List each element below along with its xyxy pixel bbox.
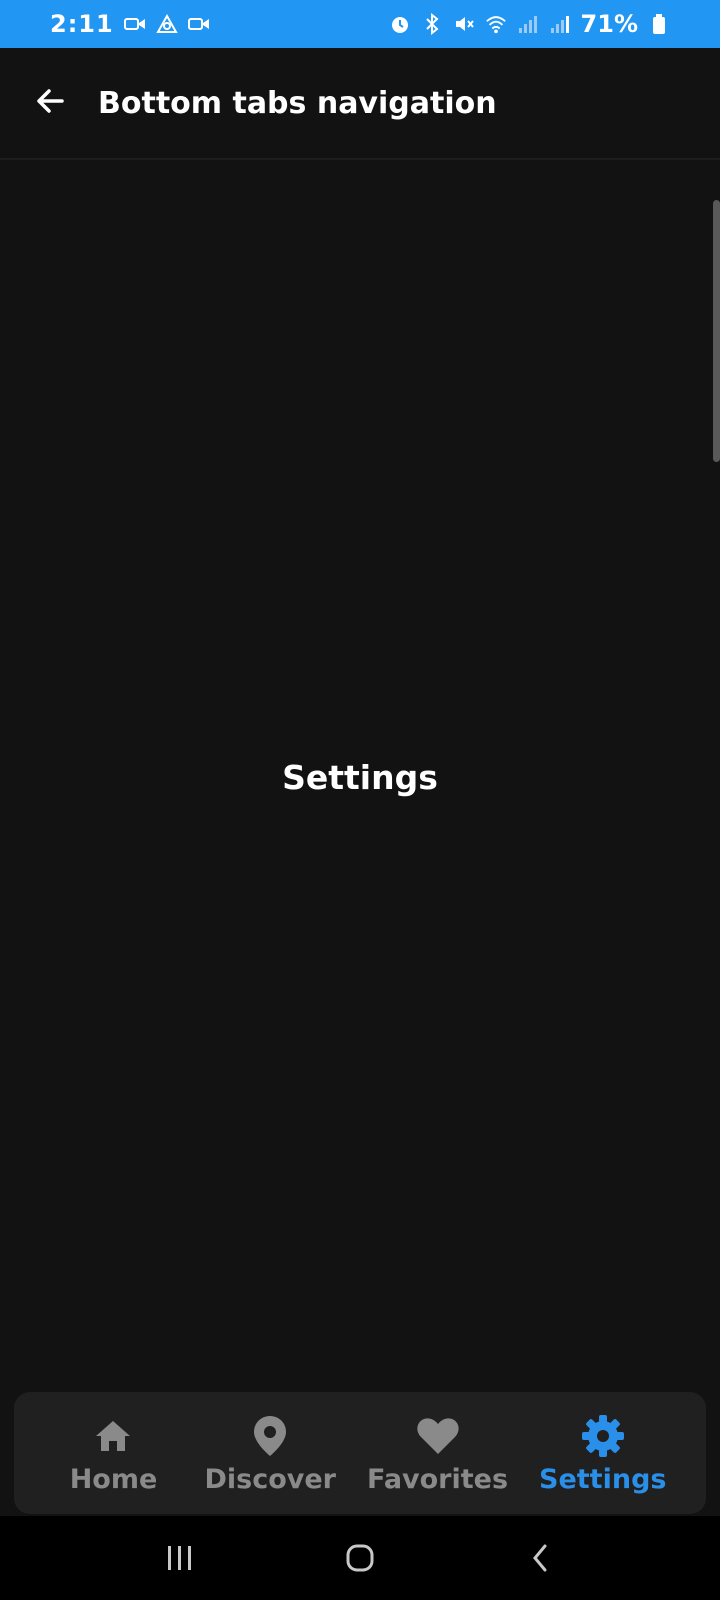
status-time: 2:11 [50, 10, 114, 38]
video-camera-icon [123, 13, 146, 35]
system-nav-bar [0, 1516, 720, 1600]
tab-settings[interactable]: Settings [539, 1412, 666, 1495]
tab-discover[interactable]: Discover [204, 1412, 336, 1495]
tab-label: Settings [539, 1463, 667, 1495]
status-left: 2:11 [50, 10, 210, 38]
tab-favorites[interactable]: Favorites [367, 1412, 508, 1495]
status-right: 71% [389, 10, 670, 38]
video-camera-icon [187, 13, 210, 35]
tab-home[interactable]: Home [53, 1412, 173, 1495]
back-chevron-icon[interactable] [500, 1528, 580, 1588]
home-circle-icon[interactable] [320, 1528, 400, 1588]
arrow-left-icon [34, 85, 66, 121]
back-button[interactable] [18, 71, 82, 135]
alarm-icon [389, 13, 411, 35]
status-bar: 2:11 71% [0, 0, 720, 48]
battery-percent: 71% [580, 10, 638, 38]
recent-apps-icon[interactable] [140, 1528, 220, 1588]
wifi-icon [485, 13, 507, 35]
page-title: Bottom tabs navigation [98, 85, 497, 121]
tab-label: Discover [204, 1463, 336, 1495]
location-pin-icon [246, 1412, 294, 1460]
screen-label: Settings [282, 757, 438, 797]
signal-icon [517, 13, 539, 35]
scrollbar-thumb[interactable] [713, 200, 720, 462]
app-bar: Bottom tabs navigation [0, 48, 720, 160]
bluetooth-icon [421, 13, 443, 35]
app-triangle-icon [155, 13, 178, 35]
battery-icon [648, 13, 670, 35]
tab-label: Favorites [366, 1463, 509, 1495]
heart-icon [414, 1412, 462, 1460]
screen-content: Settings [0, 162, 720, 1388]
tab-label: Home [69, 1463, 158, 1495]
home-icon [89, 1412, 137, 1460]
bottom-tab-bar: Home Discover Favorites Settings [14, 1392, 706, 1514]
signal-icon [549, 13, 571, 35]
mute-icon [453, 13, 475, 35]
gear-icon [579, 1412, 627, 1460]
